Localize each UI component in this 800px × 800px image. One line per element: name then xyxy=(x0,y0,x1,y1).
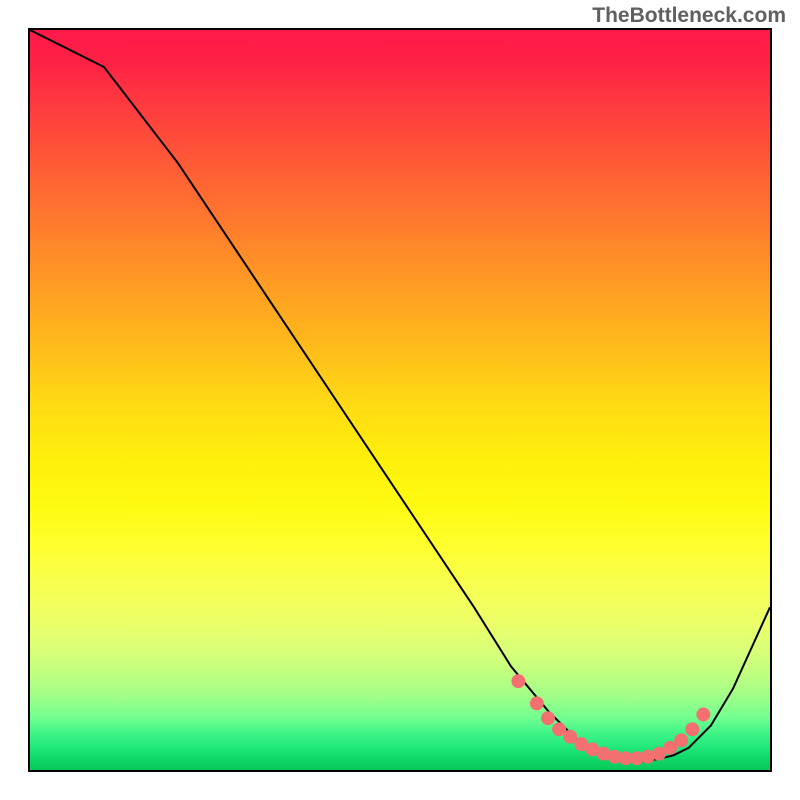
optimal-dot xyxy=(541,711,555,725)
chart-svg xyxy=(30,30,770,770)
chart-plot-area xyxy=(28,28,772,772)
optimal-dot xyxy=(685,722,699,736)
optimal-dot xyxy=(696,708,710,722)
bottleneck-curve-line xyxy=(30,30,770,761)
watermark-text: TheBottleneck.com xyxy=(592,4,786,28)
optimal-dot xyxy=(674,733,688,747)
optimal-dot xyxy=(530,696,544,710)
optimal-dot xyxy=(511,674,525,688)
